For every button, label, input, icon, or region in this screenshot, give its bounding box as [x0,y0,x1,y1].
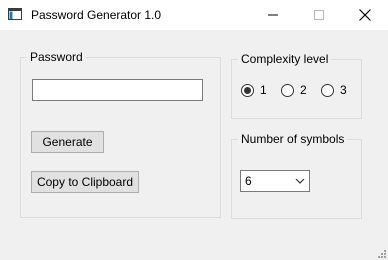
complexity-radio-3[interactable]: 3 [321,82,347,98]
app-window: Password Generator 1.0 Password Generate… [0,0,388,260]
radio-circle [321,83,334,97]
maximize-button[interactable] [296,0,342,30]
complexity-radio-2[interactable]: 2 [281,82,307,98]
copy-to-clipboard-button[interactable]: Copy to Clipboard [31,171,139,193]
radio-circle [241,83,254,97]
close-icon [359,9,371,21]
app-window-icon [8,8,22,20]
symbols-dropdown-value: 6 [245,174,252,188]
minimize-button[interactable] [250,0,296,30]
title-bar[interactable]: Password Generator 1.0 [0,0,388,30]
radio-label: 2 [300,83,307,97]
password-group-label: Password [27,49,86,65]
copy-button-label: Copy to Clipboard [36,175,134,189]
minimize-icon [268,14,278,16]
generate-button-label: Generate [42,135,93,149]
radio-selected-dot [244,86,251,94]
window-title: Password Generator 1.0 [31,8,162,22]
symbols-group-label: Number of symbols [238,131,348,147]
generate-button[interactable]: Generate [31,131,104,153]
radio-circle [281,83,294,97]
radio-label: 1 [260,83,267,97]
close-button[interactable] [342,0,388,30]
symbols-dropdown[interactable]: 6 [240,170,310,192]
maximize-icon [314,10,324,20]
radio-label: 3 [340,83,347,97]
chevron-down-icon [295,178,305,184]
resize-grip-icon[interactable] [376,248,386,258]
complexity-radio-1[interactable]: 1 [241,82,267,98]
complexity-group-label: Complexity level [238,51,332,67]
password-field[interactable] [32,79,203,101]
